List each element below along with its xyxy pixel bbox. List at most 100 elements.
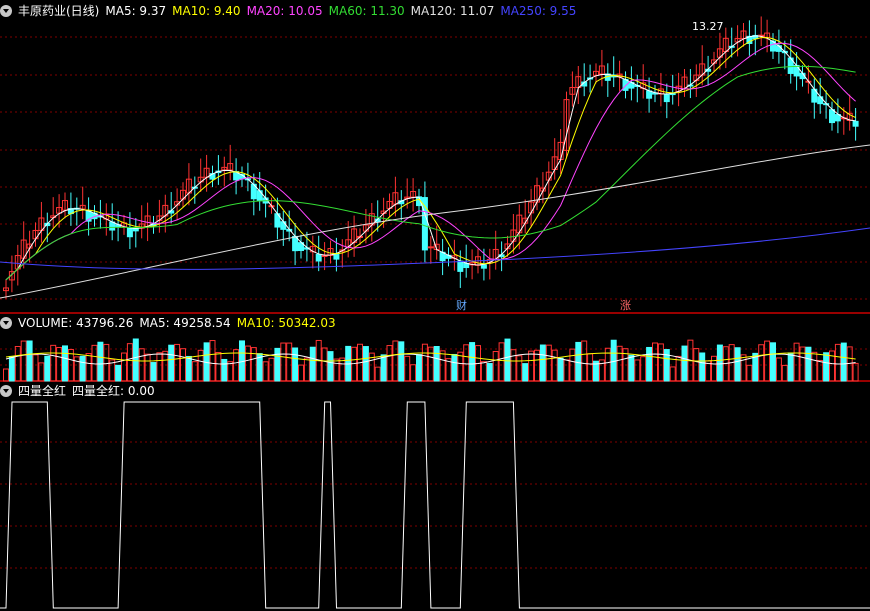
volume-bar [292, 347, 299, 382]
collapse-icon[interactable] [0, 5, 12, 17]
volume-bar [392, 340, 399, 382]
volume-bar [834, 343, 841, 382]
volume-bar [758, 344, 765, 382]
candle-body [646, 90, 653, 99]
volume-bar [115, 364, 122, 382]
volume-bar [298, 364, 304, 382]
volume-bar [823, 352, 830, 382]
volume-bar [386, 345, 393, 382]
volume-bar [44, 355, 51, 382]
volume-header: VOLUME: 43796.26 MA5: 49258.54 MA10: 50342… [0, 315, 348, 331]
volume-bar [50, 344, 57, 382]
volume-bar [699, 352, 706, 382]
volume-bar [545, 344, 552, 382]
volume-bar [439, 350, 446, 382]
volume-bar [852, 362, 859, 382]
volume-bar [321, 347, 328, 382]
volume-bar [811, 351, 818, 382]
candle-body [126, 227, 133, 238]
volume-bar [97, 341, 104, 382]
volume-bar [427, 346, 434, 382]
candle-body [852, 120, 859, 127]
volume-bar [144, 353, 151, 382]
rise-marker[interactable]: 涨 [618, 299, 633, 312]
volume-bar [14, 345, 21, 382]
stock-chart [0, 16, 870, 609]
volume-bar [38, 362, 45, 382]
volume-bar [79, 355, 86, 382]
volume-bar [309, 346, 316, 382]
volume-bar [575, 341, 582, 382]
volume-bar [56, 346, 63, 382]
volume-bar [805, 346, 812, 382]
volume-bar [209, 340, 216, 382]
volume-bar [398, 341, 405, 382]
volume-bar [669, 366, 676, 382]
volume-bar [581, 340, 588, 382]
volume-bar [150, 362, 157, 382]
volume-bar [716, 344, 723, 382]
volume-bar [221, 358, 228, 382]
volume-bar [764, 340, 771, 382]
candle-body [829, 109, 835, 124]
volume-bar [557, 357, 564, 382]
volume-bar [215, 351, 222, 382]
volume-bar [421, 343, 428, 382]
volume-bar [528, 350, 535, 382]
ma-label-4: MA120: 11.07 [410, 4, 495, 18]
volume-label-1: MA5: 49258.54 [139, 316, 231, 330]
volume-bar [8, 355, 15, 382]
volume-bar [463, 344, 470, 382]
volume-bar [362, 346, 369, 382]
volume-bar [817, 359, 824, 382]
signal-header: 四量全红 四量全红: 0.00 [0, 383, 167, 399]
volume-bar [451, 353, 458, 382]
volume-bar [563, 359, 570, 382]
signal-line [0, 401, 870, 609]
volume-bar [303, 357, 310, 382]
candle-body [333, 253, 340, 260]
volume-bar [646, 346, 653, 382]
volume-bar [522, 363, 529, 382]
volume-bar [640, 356, 647, 382]
volume-bar [85, 353, 92, 382]
stock-title: 丰原药业(日线) [18, 4, 100, 18]
volume-bar [628, 354, 635, 382]
price-header: 丰原药业(日线) MA5: 9.37 MA10: 9.40 MA20: 10.05 MA… [0, 3, 588, 19]
volume-label-0: VOLUME: 43796.26 [18, 316, 134, 330]
volume-bar [781, 364, 788, 382]
volume-bar [339, 357, 346, 382]
candle-body [622, 78, 629, 91]
collapse-icon[interactable] [0, 385, 12, 397]
volume-bar [740, 354, 747, 382]
volume-bar [492, 351, 499, 382]
volume-bar [26, 340, 33, 382]
volume-bar [587, 353, 594, 382]
volume-bar [486, 363, 493, 382]
candle-body [280, 221, 287, 230]
volume-bar [103, 343, 110, 382]
volume-bar [156, 352, 163, 382]
volume-bar [185, 355, 192, 382]
volume-bar [551, 349, 558, 382]
candle-body [663, 93, 670, 103]
candle-body [256, 190, 263, 202]
finance-marker[interactable]: 财 [454, 299, 469, 312]
volume-bar [274, 347, 281, 382]
volume-bar [162, 350, 169, 382]
candle-body [421, 197, 428, 251]
volume-bar [333, 358, 340, 382]
volume-bar [268, 357, 275, 382]
ma-label-1: MA10: 9.40 [172, 4, 241, 18]
volume-bar [775, 357, 782, 382]
volume-bar [539, 344, 546, 382]
volume-bar [404, 355, 411, 382]
candle-body [793, 64, 800, 77]
volume-bar [250, 347, 257, 382]
volume-label-2: MA10: 50342.03 [236, 316, 336, 330]
ma-label-2: MA20: 10.05 [246, 4, 323, 18]
collapse-icon[interactable] [0, 317, 12, 329]
signal-label-1: 四量全红: 0.00 [72, 384, 155, 398]
candle-body [817, 96, 824, 105]
peak-price-label: 13.27 [692, 20, 724, 33]
